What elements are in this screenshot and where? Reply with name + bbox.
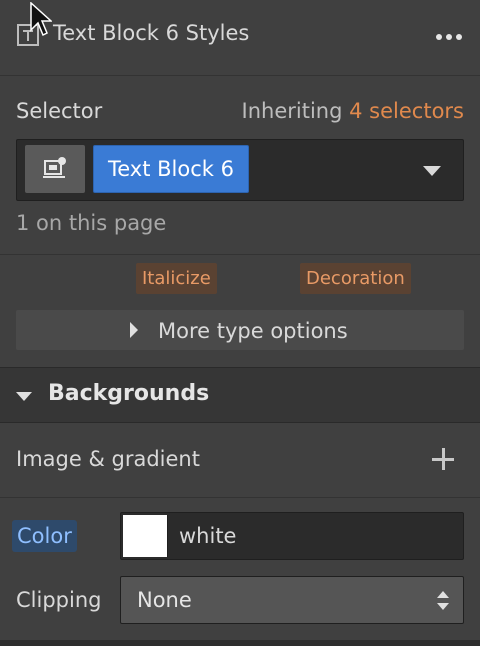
selector-label: Selector [16,99,103,123]
ellipsis-icon[interactable] [434,22,464,50]
selector-count: 1 on this page [16,211,167,235]
add-icon[interactable] [432,448,454,470]
more-type-options-button[interactable]: More type options [16,310,464,350]
mouse-cursor-icon [30,2,52,37]
color-label[interactable]: Color [12,520,77,552]
selector-chip[interactable]: Text Block 6 [93,145,249,193]
selector-state-button[interactable] [25,145,85,193]
divider [0,254,480,255]
italicize-tag[interactable]: Italicize [136,263,217,294]
inheriting-selectors-link[interactable]: 4 selectors [349,99,464,123]
caret-right-icon [130,322,138,338]
decoration-tag[interactable]: Decoration [300,263,411,294]
panel-header: Text Block 6 Styles [0,0,480,76]
caret-down-icon [16,392,32,401]
chevron-down-icon[interactable] [423,166,441,176]
clipping-value: None [137,588,192,612]
backgrounds-section-header[interactable]: Backgrounds [0,367,480,423]
inheriting-info: Inheriting 4 selectors [242,99,464,123]
clipping-label: Clipping [16,588,102,612]
color-swatch[interactable] [123,515,168,557]
image-gradient-label: Image & gradient [16,447,200,471]
color-field[interactable]: white [120,512,464,560]
clipping-select[interactable]: None [120,576,464,624]
panel-title: Text Block 6 Styles [53,21,250,45]
divider [0,497,480,498]
backgrounds-title: Backgrounds [48,381,210,406]
color-value: white [179,524,237,548]
more-type-options-label: More type options [158,319,348,343]
element-state-icon [43,157,66,178]
inheriting-prefix: Inheriting [241,99,343,123]
selector-field[interactable]: Text Block 6 [16,139,464,201]
divider [0,640,480,646]
select-arrows-icon [437,591,449,611]
